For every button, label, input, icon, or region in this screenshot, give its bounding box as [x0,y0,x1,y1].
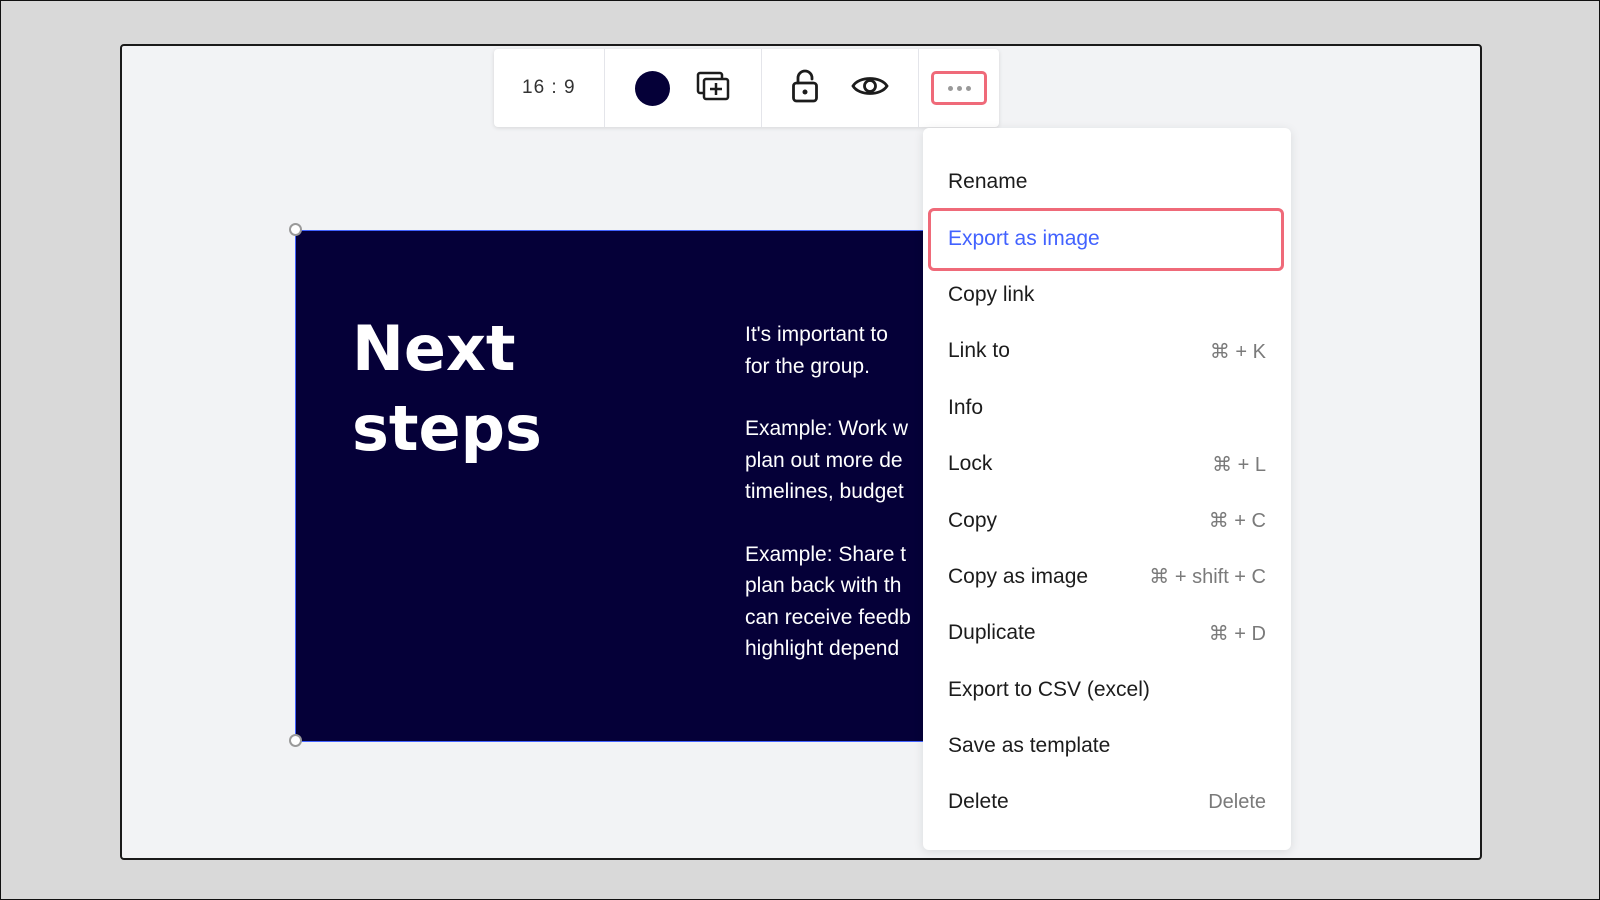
aspect-ratio-label: 16 : 9 [522,77,576,98]
more-section [919,49,999,127]
unlock-icon [791,69,819,108]
more-options-icon [947,85,971,91]
selected-frame[interactable]: Next steps It's important to for the gro… [295,230,929,742]
menu-item-link-to[interactable]: Link to ⌘ + K [923,323,1291,379]
add-frame-icon [696,71,730,106]
slide-title: Next steps [352,309,612,469]
aspect-ratio-selector[interactable]: 16 : 9 [494,49,605,127]
resize-handle-top-left[interactable] [289,223,302,236]
menu-item-copy[interactable]: Copy ⌘ + C [923,492,1291,548]
menu-item-duplicate[interactable]: Duplicate ⌘ + D [923,605,1291,661]
menu-item-export-to-csv[interactable]: Export to CSV (excel) [923,662,1291,718]
lock-visibility-section [762,49,920,127]
slide-paragraph: Example: Share t plan back with th can r… [745,542,911,661]
visibility-button[interactable] [851,73,889,104]
add-frame-button[interactable] [696,71,730,106]
eye-icon [851,73,889,104]
menu-item-info[interactable]: Info [923,380,1291,436]
slide-paragraph: Example: Work w plan out more de timelin… [745,417,908,503]
resize-handle-bottom-left[interactable] [289,734,302,747]
lock-button[interactable] [791,69,819,108]
menu-item-delete[interactable]: Delete Delete [923,774,1291,830]
slide-title-line1: Next [352,312,516,385]
menu-item-save-as-template[interactable]: Save as template [923,718,1291,774]
frame-toolbar: 16 : 9 [494,49,999,127]
slide-title-line2: steps [352,392,542,465]
slide-body-text: It's important to for the group. Example… [745,319,928,696]
menu-item-copy-as-image[interactable]: Copy as image ⌘ + shift + C [923,549,1291,605]
menu-item-copy-link[interactable]: Copy link [923,267,1291,323]
more-options-button[interactable] [931,71,988,105]
page-frame: 16 : 9 Next steps It's important to for … [0,0,1600,900]
frame-color-swatch[interactable] [635,70,671,106]
color-section [605,49,762,127]
menu-item-export-as-image[interactable]: Export as image [923,208,1291,272]
menu-item-lock[interactable]: Lock ⌘ + L [923,436,1291,492]
menu-item-rename[interactable]: Rename [923,154,1291,210]
slide-paragraph: It's important to for the group. [745,323,888,378]
context-menu: Rename Export as image Copy link Link to… [923,128,1291,850]
